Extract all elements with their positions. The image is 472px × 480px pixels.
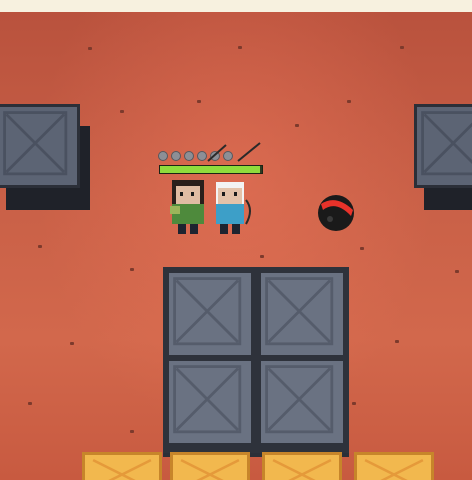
green-hooded-archer-icon[interactable] — [166, 178, 210, 236]
orange-crate — [354, 452, 434, 480]
pebble — [130, 268, 134, 271]
pebble — [295, 124, 299, 127]
top-border — [0, 0, 472, 12]
pebble — [70, 342, 74, 345]
pebble — [360, 247, 364, 250]
health-bar-fill — [160, 166, 260, 173]
crate-x-mark — [421, 111, 472, 176]
pebble — [347, 100, 351, 103]
wall-crate-left — [0, 104, 80, 188]
game-scene[interactable] — [0, 0, 472, 480]
pebble — [395, 340, 399, 343]
ammo-dot — [171, 151, 181, 161]
pebble — [120, 110, 124, 113]
crate-x-mark — [265, 365, 334, 434]
pebble — [88, 47, 92, 50]
crate-x-mark — [3, 111, 68, 176]
pebble — [260, 255, 264, 258]
pebble — [400, 46, 404, 49]
ammo-dot — [158, 151, 168, 161]
orange-crate — [82, 452, 162, 480]
crate-x-mark — [92, 458, 152, 480]
pebble — [38, 245, 42, 248]
metal-crate — [166, 270, 254, 358]
pebble — [455, 270, 459, 273]
pebble — [352, 402, 356, 405]
crate-x-mark — [364, 458, 424, 480]
metal-crate — [258, 358, 346, 446]
pebble — [197, 100, 201, 103]
bow-icon — [207, 142, 261, 162]
black-bomb-icon[interactable] — [315, 192, 357, 234]
orange-crate — [262, 452, 342, 480]
crate-x-mark — [265, 277, 334, 346]
crate-x-mark — [272, 458, 332, 480]
crate-x-mark — [173, 365, 242, 434]
pebble — [28, 402, 32, 405]
ammo-dot — [184, 151, 194, 161]
metal-crate — [258, 270, 346, 358]
metal-crate — [166, 358, 254, 446]
crate-x-mark — [173, 277, 242, 346]
crate-x-mark — [180, 458, 240, 480]
blue-shirt-archer-icon[interactable] — [208, 180, 252, 236]
orange-crate — [170, 452, 250, 480]
pebble — [238, 46, 242, 49]
wall-crate-right — [414, 104, 472, 188]
pebble — [130, 430, 134, 433]
health-bar — [159, 165, 263, 174]
